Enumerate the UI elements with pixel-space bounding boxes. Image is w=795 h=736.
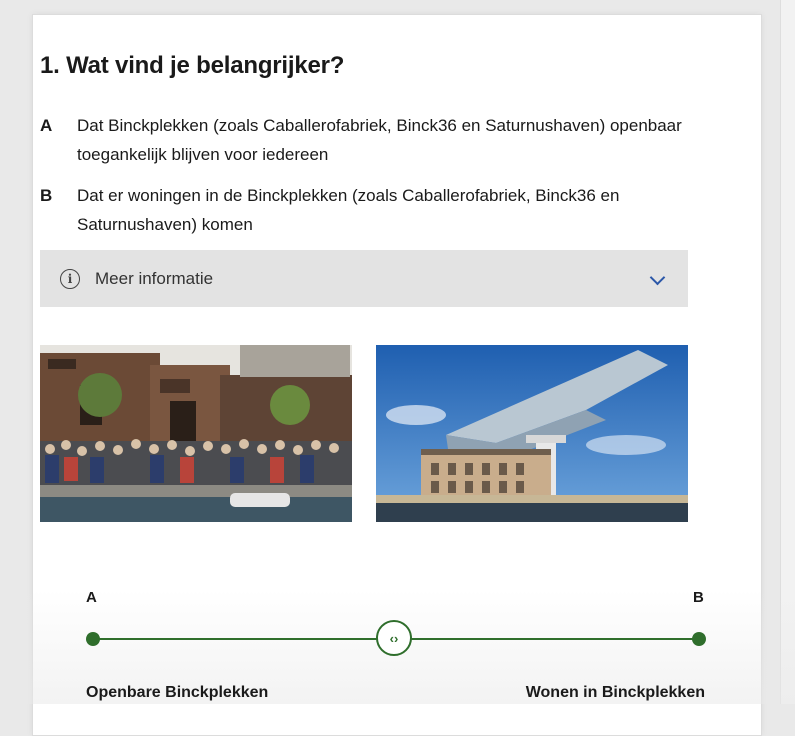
- option-a-text: Dat Binckplekken (zoals Caballerofabriek…: [77, 116, 682, 164]
- more-info-label: Meer informatie: [95, 268, 214, 288]
- drag-arrows-icon: ‹›: [389, 630, 399, 646]
- option-b-text: Dat er woningen in de Binckplekken (zoal…: [77, 186, 620, 234]
- slider-end-a-dot[interactable]: [86, 632, 100, 646]
- option-a-key: A: [40, 116, 53, 135]
- info-circle-icon: i: [60, 268, 80, 289]
- slider-handle[interactable]: ‹›: [376, 620, 412, 656]
- slider-label-b: Wonen in Binckplekken: [525, 684, 705, 701]
- option-b-key: B: [40, 186, 53, 205]
- question-title: 1. Wat vind je belangrijker?: [40, 52, 345, 79]
- image-housing-binckplek: [376, 345, 688, 522]
- slider-end-a-label: A: [86, 589, 97, 606]
- image-public-binckplek: [40, 345, 352, 522]
- chevron-down-icon[interactable]: [649, 269, 666, 286]
- slider-label-a: Openbare Binckplekken: [86, 684, 269, 701]
- page-scrollbar-edge: [780, 0, 795, 704]
- slider-end-b-label: B: [693, 589, 704, 606]
- more-info-toggle[interactable]: i Meer informatie: [40, 250, 688, 307]
- slider-end-b-dot[interactable]: [692, 632, 706, 646]
